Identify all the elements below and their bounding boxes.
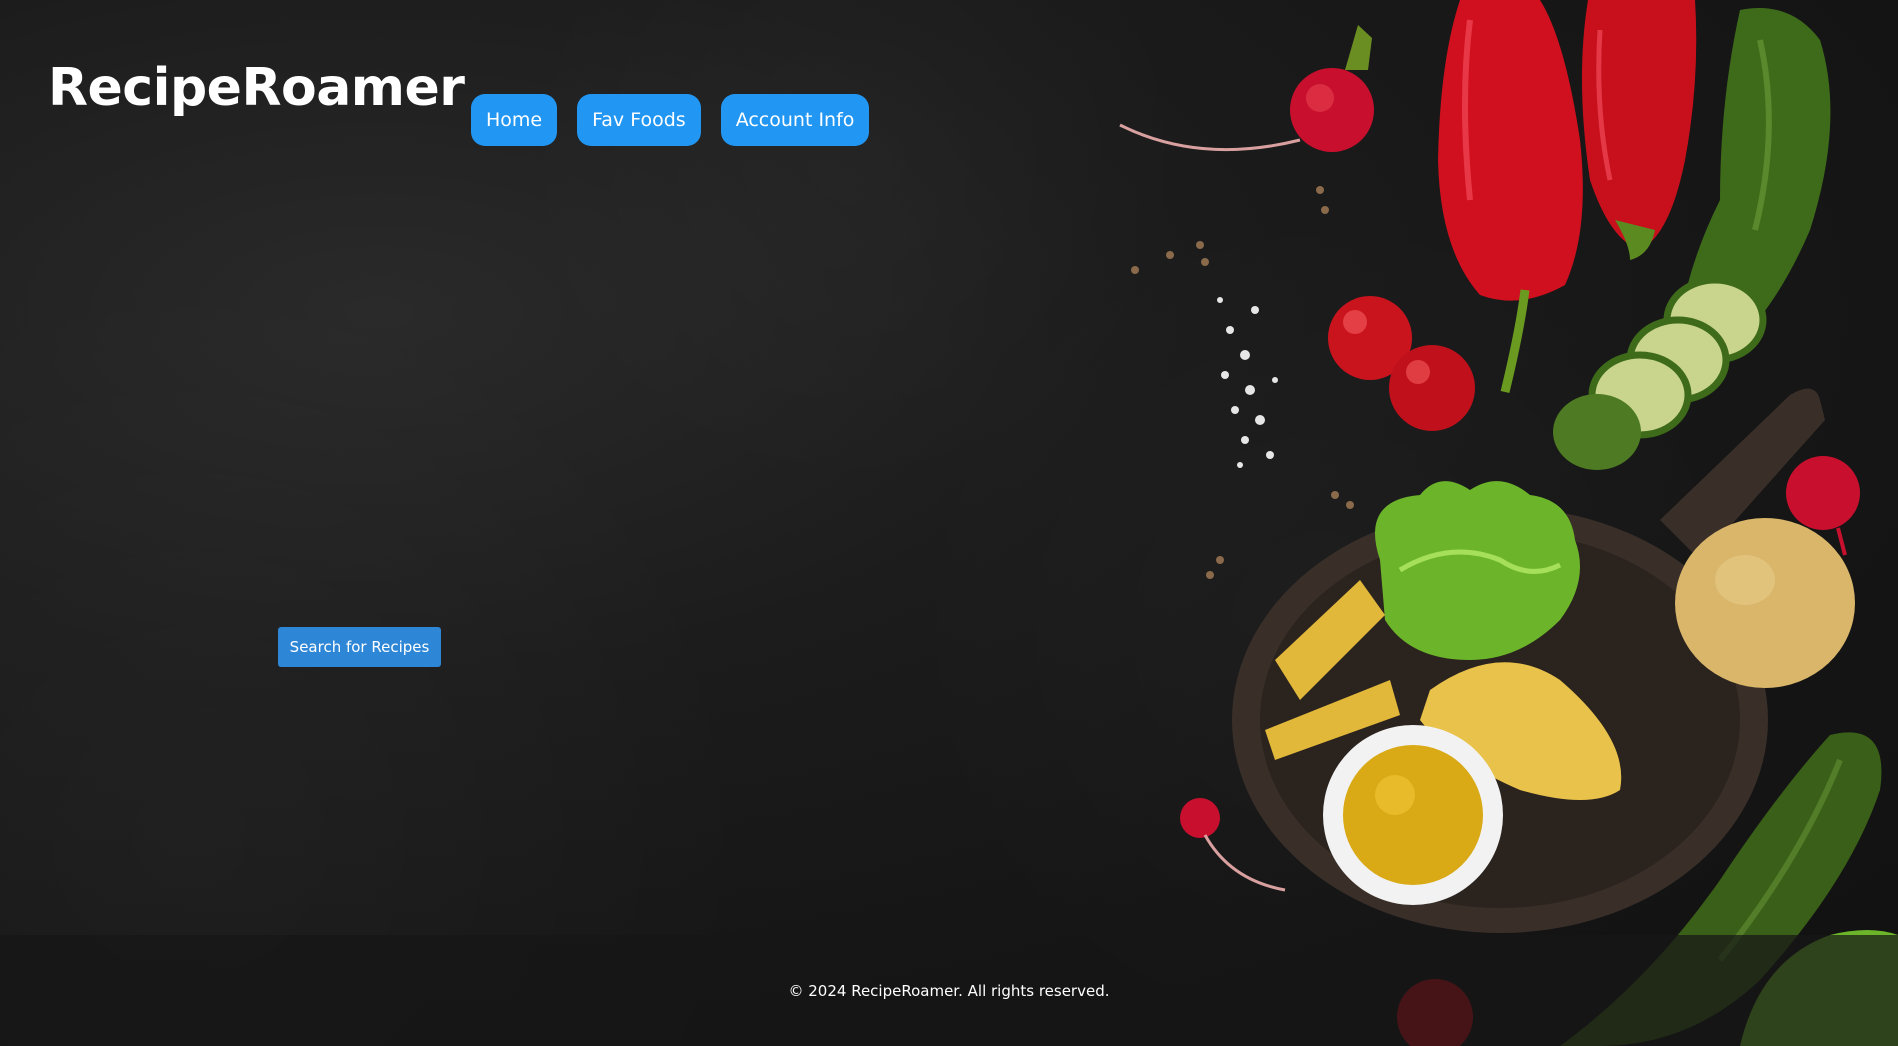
red-pepper-left [1438, 0, 1583, 394]
nav-account-info-button[interactable]: Account Info [720, 94, 870, 146]
cherry-tomatoes [1328, 296, 1475, 431]
nav-fav-foods-button[interactable]: Fav Foods [577, 94, 701, 146]
potato [1675, 518, 1855, 688]
zucchini-slices [1553, 276, 1767, 470]
peppercorns [1131, 186, 1354, 579]
vegetables-background-image [1119, 0, 1898, 1046]
oil-bowl [1323, 725, 1503, 905]
radish-top [1119, 25, 1374, 152]
page: RecipeRoamer Home Fav Foods Account Info… [0, 0, 1898, 1046]
footer: © 2024 RecipeRoamer. All rights reserved… [0, 935, 1898, 1046]
site-logo[interactable]: RecipeRoamer [48, 62, 465, 114]
copyright-text: © 2024 RecipeRoamer. All rights reserved… [788, 981, 1110, 1000]
salt-pile [1217, 297, 1278, 468]
search-recipes-button[interactable]: Search for Recipes [278, 627, 441, 667]
main-nav: Home Fav Foods Account Info [471, 94, 870, 146]
red-pepper-right [1581, 0, 1697, 260]
nav-home-button[interactable]: Home [471, 94, 558, 146]
